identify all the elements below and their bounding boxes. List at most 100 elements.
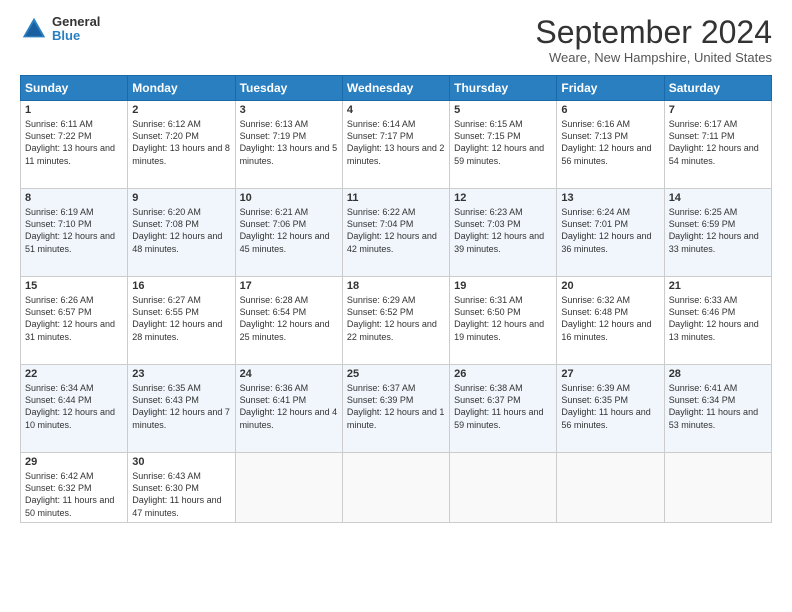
day-number: 23 [132,368,230,380]
day-number: 17 [240,280,338,292]
calendar-cell: 22 Sunrise: 6:34 AMSunset: 6:44 PMDaylig… [21,365,128,453]
day-number: 7 [669,104,767,116]
day-number: 14 [669,192,767,204]
cell-content: Sunrise: 6:19 AMSunset: 7:10 PMDaylight:… [25,206,123,255]
day-number: 15 [25,280,123,292]
calendar-day-header: Monday [128,76,235,101]
cell-content: Sunrise: 6:36 AMSunset: 6:41 PMDaylight:… [240,382,338,431]
cell-content: Sunrise: 6:25 AMSunset: 6:59 PMDaylight:… [669,206,767,255]
calendar-cell: 2 Sunrise: 6:12 AMSunset: 7:20 PMDayligh… [128,101,235,189]
calendar-cell: 23 Sunrise: 6:35 AMSunset: 6:43 PMDaylig… [128,365,235,453]
cell-content: Sunrise: 6:41 AMSunset: 6:34 PMDaylight:… [669,382,767,431]
calendar-cell: 19 Sunrise: 6:31 AMSunset: 6:50 PMDaylig… [450,277,557,365]
day-number: 24 [240,368,338,380]
calendar-cell: 6 Sunrise: 6:16 AMSunset: 7:13 PMDayligh… [557,101,664,189]
calendar-cell: 4 Sunrise: 6:14 AMSunset: 7:17 PMDayligh… [342,101,449,189]
calendar-cell: 18 Sunrise: 6:29 AMSunset: 6:52 PMDaylig… [342,277,449,365]
day-number: 22 [25,368,123,380]
day-number: 27 [561,368,659,380]
calendar: SundayMondayTuesdayWednesdayThursdayFrid… [20,75,772,523]
cell-content: Sunrise: 6:26 AMSunset: 6:57 PMDaylight:… [25,294,123,343]
calendar-cell: 10 Sunrise: 6:21 AMSunset: 7:06 PMDaylig… [235,189,342,277]
calendar-week-row: 29 Sunrise: 6:42 AMSunset: 6:32 PMDaylig… [21,453,772,523]
day-number: 1 [25,104,123,116]
day-number: 12 [454,192,552,204]
day-number: 16 [132,280,230,292]
calendar-day-header: Thursday [450,76,557,101]
cell-content: Sunrise: 6:43 AMSunset: 6:30 PMDaylight:… [132,470,230,519]
cell-content: Sunrise: 6:23 AMSunset: 7:03 PMDaylight:… [454,206,552,255]
day-number: 10 [240,192,338,204]
cell-content: Sunrise: 6:39 AMSunset: 6:35 PMDaylight:… [561,382,659,431]
calendar-cell: 30 Sunrise: 6:43 AMSunset: 6:30 PMDaylig… [128,453,235,523]
calendar-week-row: 22 Sunrise: 6:34 AMSunset: 6:44 PMDaylig… [21,365,772,453]
cell-content: Sunrise: 6:21 AMSunset: 7:06 PMDaylight:… [240,206,338,255]
cell-content: Sunrise: 6:29 AMSunset: 6:52 PMDaylight:… [347,294,445,343]
cell-content: Sunrise: 6:33 AMSunset: 6:46 PMDaylight:… [669,294,767,343]
day-number: 26 [454,368,552,380]
logo-line1: General [52,15,100,29]
calendar-day-header: Wednesday [342,76,449,101]
day-number: 2 [132,104,230,116]
day-number: 8 [25,192,123,204]
calendar-cell [557,453,664,523]
cell-content: Sunrise: 6:15 AMSunset: 7:15 PMDaylight:… [454,118,552,167]
logo-text: General Blue [52,15,100,44]
calendar-day-header: Saturday [664,76,771,101]
day-number: 6 [561,104,659,116]
cell-content: Sunrise: 6:34 AMSunset: 6:44 PMDaylight:… [25,382,123,431]
header: General Blue September 2024 Weare, New H… [20,15,772,65]
cell-content: Sunrise: 6:17 AMSunset: 7:11 PMDaylight:… [669,118,767,167]
calendar-cell: 12 Sunrise: 6:23 AMSunset: 7:03 PMDaylig… [450,189,557,277]
calendar-header-row: SundayMondayTuesdayWednesdayThursdayFrid… [21,76,772,101]
day-number: 25 [347,368,445,380]
calendar-cell: 11 Sunrise: 6:22 AMSunset: 7:04 PMDaylig… [342,189,449,277]
day-number: 5 [454,104,552,116]
day-number: 30 [132,456,230,468]
day-number: 4 [347,104,445,116]
cell-content: Sunrise: 6:38 AMSunset: 6:37 PMDaylight:… [454,382,552,431]
day-number: 28 [669,368,767,380]
calendar-cell: 14 Sunrise: 6:25 AMSunset: 6:59 PMDaylig… [664,189,771,277]
location: Weare, New Hampshire, United States [535,50,772,65]
cell-content: Sunrise: 6:13 AMSunset: 7:19 PMDaylight:… [240,118,338,167]
calendar-cell: 13 Sunrise: 6:24 AMSunset: 7:01 PMDaylig… [557,189,664,277]
cell-content: Sunrise: 6:20 AMSunset: 7:08 PMDaylight:… [132,206,230,255]
cell-content: Sunrise: 6:27 AMSunset: 6:55 PMDaylight:… [132,294,230,343]
calendar-cell: 25 Sunrise: 6:37 AMSunset: 6:39 PMDaylig… [342,365,449,453]
calendar-cell [450,453,557,523]
cell-content: Sunrise: 6:42 AMSunset: 6:32 PMDaylight:… [25,470,123,519]
calendar-week-row: 1 Sunrise: 6:11 AMSunset: 7:22 PMDayligh… [21,101,772,189]
calendar-cell: 1 Sunrise: 6:11 AMSunset: 7:22 PMDayligh… [21,101,128,189]
calendar-cell: 9 Sunrise: 6:20 AMSunset: 7:08 PMDayligh… [128,189,235,277]
calendar-week-row: 8 Sunrise: 6:19 AMSunset: 7:10 PMDayligh… [21,189,772,277]
cell-content: Sunrise: 6:11 AMSunset: 7:22 PMDaylight:… [25,118,123,167]
cell-content: Sunrise: 6:16 AMSunset: 7:13 PMDaylight:… [561,118,659,167]
calendar-cell: 5 Sunrise: 6:15 AMSunset: 7:15 PMDayligh… [450,101,557,189]
day-number: 18 [347,280,445,292]
calendar-cell: 21 Sunrise: 6:33 AMSunset: 6:46 PMDaylig… [664,277,771,365]
cell-content: Sunrise: 6:28 AMSunset: 6:54 PMDaylight:… [240,294,338,343]
calendar-cell: 17 Sunrise: 6:28 AMSunset: 6:54 PMDaylig… [235,277,342,365]
calendar-cell: 24 Sunrise: 6:36 AMSunset: 6:41 PMDaylig… [235,365,342,453]
month-title: September 2024 [535,15,772,50]
calendar-cell [664,453,771,523]
logo-icon [20,15,48,43]
logo-line2: Blue [52,29,100,43]
day-number: 9 [132,192,230,204]
cell-content: Sunrise: 6:24 AMSunset: 7:01 PMDaylight:… [561,206,659,255]
cell-content: Sunrise: 6:22 AMSunset: 7:04 PMDaylight:… [347,206,445,255]
calendar-week-row: 15 Sunrise: 6:26 AMSunset: 6:57 PMDaylig… [21,277,772,365]
cell-content: Sunrise: 6:31 AMSunset: 6:50 PMDaylight:… [454,294,552,343]
cell-content: Sunrise: 6:37 AMSunset: 6:39 PMDaylight:… [347,382,445,431]
day-number: 21 [669,280,767,292]
calendar-cell [235,453,342,523]
calendar-cell: 7 Sunrise: 6:17 AMSunset: 7:11 PMDayligh… [664,101,771,189]
calendar-cell: 29 Sunrise: 6:42 AMSunset: 6:32 PMDaylig… [21,453,128,523]
day-number: 19 [454,280,552,292]
calendar-cell: 28 Sunrise: 6:41 AMSunset: 6:34 PMDaylig… [664,365,771,453]
calendar-cell: 16 Sunrise: 6:27 AMSunset: 6:55 PMDaylig… [128,277,235,365]
day-number: 20 [561,280,659,292]
cell-content: Sunrise: 6:32 AMSunset: 6:48 PMDaylight:… [561,294,659,343]
calendar-cell: 27 Sunrise: 6:39 AMSunset: 6:35 PMDaylig… [557,365,664,453]
